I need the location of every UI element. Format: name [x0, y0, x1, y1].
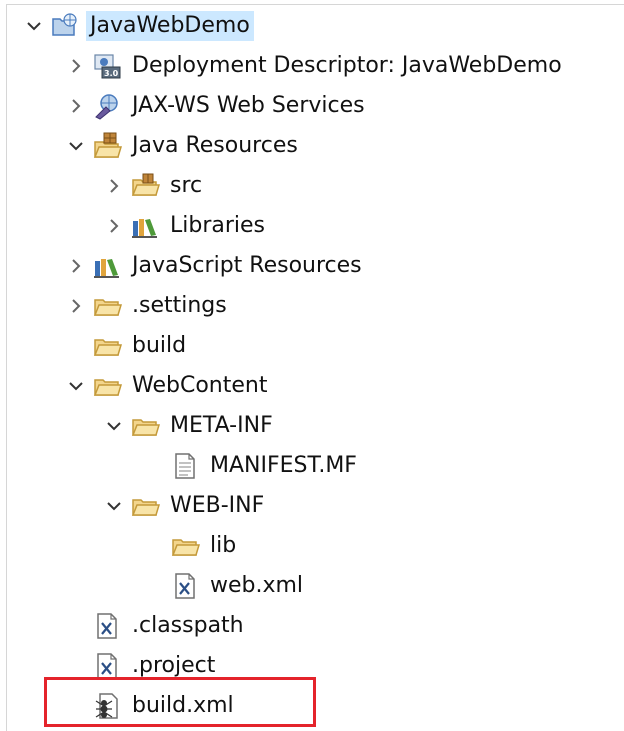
tree-item-web-inf[interactable]: WEB-INF	[0, 486, 624, 526]
xml-file-icon	[92, 611, 122, 641]
tree-item-label: lib	[210, 533, 237, 558]
tree-item-java-resources[interactable]: Java Resources	[0, 126, 624, 166]
tree-item-label: src	[170, 173, 203, 198]
package-folder-icon	[130, 171, 161, 201]
tree-item-label: build	[132, 333, 187, 358]
chevron-down-icon[interactable]	[66, 136, 86, 156]
tree-item-label: Java Resources	[132, 133, 298, 158]
project-explorer-tree: JavaWebDemo 3.0 Deployment Descriptor: Jav…	[0, 0, 624, 731]
tree-item-label: JavaScript Resources	[132, 253, 362, 278]
tree-item-manifest-mf[interactable]: MANIFEST.MF	[0, 446, 624, 486]
folder-icon	[92, 331, 123, 361]
folder-icon	[92, 371, 123, 401]
tree-item-label: JavaWebDemo	[86, 11, 254, 41]
highlight-box-build-xml	[44, 677, 316, 727]
tree-item-label: META-INF	[170, 413, 273, 438]
tree-item-label: WebContent	[132, 373, 268, 398]
chevron-down-icon[interactable]	[66, 376, 86, 396]
folder-icon	[92, 291, 123, 321]
tree-item-label: WEB-INF	[170, 493, 265, 518]
tree-item-jax-ws-web-services[interactable]: JAX-WS Web Services	[0, 86, 624, 126]
tree-item-label: web.xml	[210, 573, 304, 598]
folder-icon	[130, 411, 161, 441]
tree-item-deployment-descriptor-javawebdemo[interactable]: 3.0 Deployment Descriptor: JavaWebDemo	[0, 46, 624, 86]
chevron-right-icon[interactable]	[66, 296, 86, 316]
chevron-right-icon[interactable]	[66, 56, 86, 76]
tree-item-build[interactable]: build	[0, 326, 624, 366]
tree-item-src[interactable]: src	[0, 166, 624, 206]
tree-item-label: Deployment Descriptor: JavaWebDemo	[132, 53, 562, 78]
web-project-icon	[50, 11, 80, 41]
folder-icon	[130, 491, 161, 521]
chevron-right-icon[interactable]	[104, 216, 124, 236]
tree-item-javascript-resources[interactable]: JavaScript Resources	[0, 246, 624, 286]
libraries-icon	[92, 251, 122, 281]
chevron-down-icon[interactable]	[104, 496, 124, 516]
chevron-right-icon[interactable]	[66, 96, 86, 116]
chevron-down-icon[interactable]	[24, 16, 44, 36]
text-file-icon	[170, 451, 200, 481]
tree-item-web-xml[interactable]: web.xml	[0, 566, 624, 606]
xml-file-icon	[170, 571, 200, 601]
tree-item-lib[interactable]: lib	[0, 526, 624, 566]
svg-text:3.0: 3.0	[104, 69, 119, 78]
tree-border-top	[6, 4, 624, 5]
deployment-descriptor-icon: 3.0	[92, 51, 122, 81]
tree-item-javawebdemo[interactable]: JavaWebDemo	[0, 6, 624, 46]
libraries-icon	[130, 211, 160, 241]
tree-item-label: .classpath	[132, 613, 244, 638]
chevron-right-icon[interactable]	[66, 256, 86, 276]
tree-item-meta-inf[interactable]: META-INF	[0, 406, 624, 446]
tree-item-classpath[interactable]: .classpath	[0, 606, 624, 646]
chevron-right-icon[interactable]	[104, 176, 124, 196]
tree-item-label: MANIFEST.MF	[210, 453, 357, 478]
tree-item-label: JAX-WS Web Services	[132, 93, 365, 118]
java-resources-icon	[92, 131, 123, 161]
folder-icon	[170, 531, 201, 561]
tree-item-settings[interactable]: .settings	[0, 286, 624, 326]
tree-item-label: Libraries	[170, 213, 266, 238]
tree-item-label: .settings	[132, 293, 227, 318]
tree-item-webcontent[interactable]: WebContent	[0, 366, 624, 406]
web-services-icon	[92, 91, 122, 121]
chevron-down-icon[interactable]	[104, 416, 124, 436]
tree-item-libraries[interactable]: Libraries	[0, 206, 624, 246]
